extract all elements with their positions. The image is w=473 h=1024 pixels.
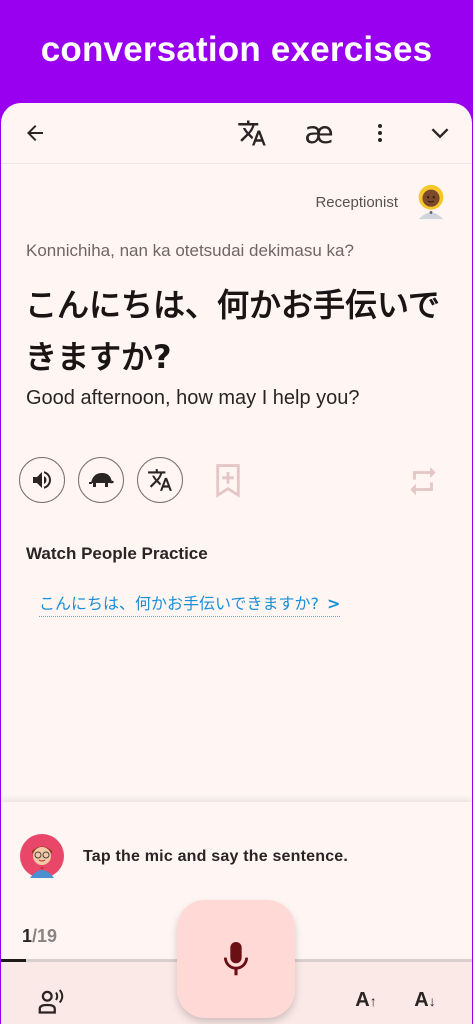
turtle-icon [89,473,114,487]
translate-icon [148,469,172,491]
japanese-sentence: こんにちは、何かお手伝いできますか? [25,286,441,376]
bookmark-add-button[interactable] [208,461,248,501]
font-decrease-icon: A↓ [414,988,436,1011]
back-arrow-icon[interactable] [17,115,53,151]
receptionist-avatar-icon [418,184,444,220]
font-decrease-button[interactable]: A↓ [408,983,442,1017]
speaker-icon [33,471,51,489]
font-decrease-label: A [414,988,429,1011]
font-increase-label: A [355,988,370,1011]
progress-total: /19 [32,926,58,946]
watch-practice-link[interactable]: こんにちは、何かお手伝いできますか? > [39,590,341,617]
repeat-icon [410,466,436,496]
watch-link-arrow: > [327,594,341,613]
progress-counter: 1/19 [22,926,57,947]
banner-title: conversation exercises [40,30,433,69]
progress-current: 1 [22,926,33,946]
watch-section-title: Watch People Practice [26,544,208,563]
action-bar [1,455,472,511]
toolbar: æ [1,103,472,164]
mic-icon [223,942,249,976]
voice-person-icon [38,989,64,1014]
coach-instruction: Tap the mic and say the sentence. [83,848,349,865]
font-increase-icon: A↑ [355,988,377,1011]
chevron-down-icon[interactable] [422,115,458,151]
speaker-row: Receptionist [315,183,450,221]
english-translation: Good afternoon, how may I help you? [26,387,360,409]
more-vert-icon[interactable] [362,115,398,151]
font-increase-button[interactable]: A↑ [349,983,383,1017]
speaker-label: Receptionist [315,193,398,211]
promo-banner: conversation exercises [0,0,473,104]
exercise-card: æ Receptionist Konnichiha, nan ka otetsu… [1,103,472,1024]
watch-link-text: こんにちは、何かお手伝いできますか? [39,594,320,613]
coach-avatar-icon [20,834,64,878]
romaji-text: Konnichiha, nan ka otetsudai dekimasu ka… [26,241,354,260]
mic-button[interactable] [177,900,295,1018]
slow-audio-button[interactable] [78,457,124,503]
play-audio-button[interactable] [19,457,65,503]
repeat-button[interactable] [401,461,445,501]
bottom-panel: Tap the mic and say the sentence. 1/19 A… [1,802,472,1024]
ae-phonetic-label: æ [304,115,334,151]
ae-phonetic-icon[interactable]: æ [297,115,341,151]
voice-person-button[interactable] [34,983,68,1017]
translate-button[interactable] [137,457,183,503]
translate-icon[interactable] [234,115,270,151]
bookmark-add-icon [216,464,240,498]
